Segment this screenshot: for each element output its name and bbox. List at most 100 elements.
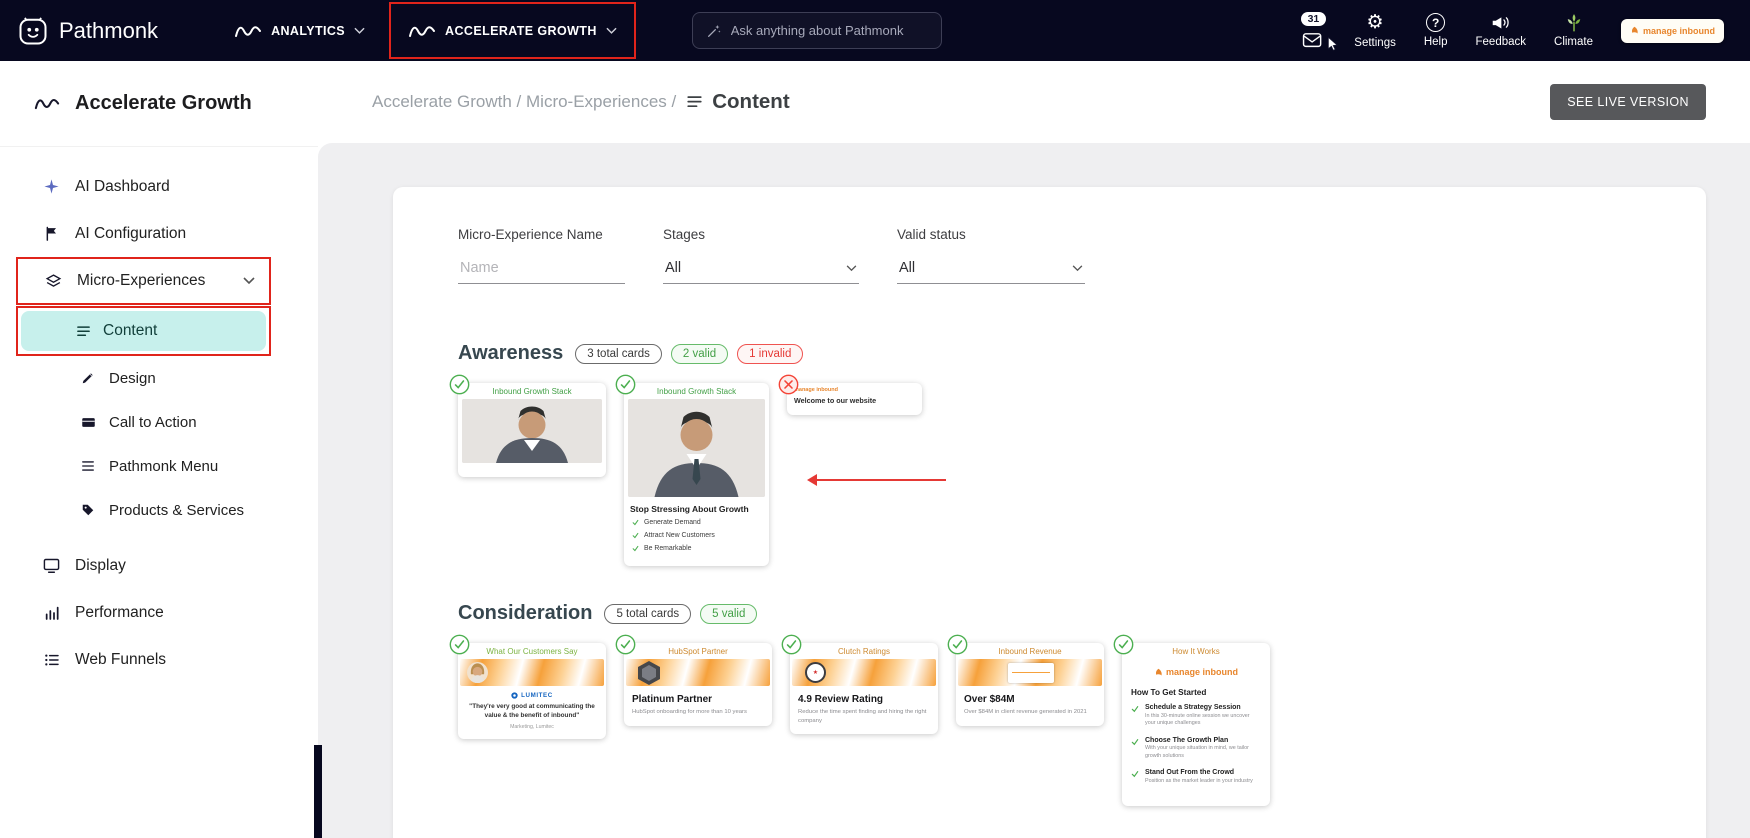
sidebar-item-display[interactable]: Display: [0, 542, 318, 589]
main-area: Accelerate Growth / Micro-Experiences / …: [318, 61, 1750, 838]
layers-icon: [44, 272, 63, 291]
consideration-card-customers-say[interactable]: What Our Customers Say LUMITEC "They're …: [449, 634, 606, 739]
display-monitor-icon: [42, 556, 61, 575]
card-title: Inbound Growth Stack: [492, 387, 572, 396]
ask-anything-search[interactable]: [691, 12, 942, 49]
how-it-works-step: Schedule a Strategy Session In this 30-m…: [1131, 704, 1261, 728]
analytics-label: ANALYTICS: [271, 23, 346, 38]
customer-quote: "They're very good at communicating the …: [469, 703, 595, 719]
total-cards-badge: 5 total cards: [604, 603, 692, 624]
sidebar-item-call-to-action[interactable]: Call to Action: [0, 400, 318, 444]
ask-input[interactable]: [730, 23, 928, 38]
check-icon: [632, 532, 639, 539]
topnav-analytics[interactable]: ANALYTICS: [234, 22, 365, 40]
hamburger-menu-icon: [80, 457, 96, 476]
card-title: How It Works: [1172, 647, 1220, 656]
sidebar-item-design[interactable]: Design: [0, 356, 318, 400]
sidebar-item-ai-dashboard[interactable]: AI Dashboard: [0, 163, 318, 210]
card-heading: Platinum Partner: [632, 694, 713, 705]
sidebar-title: Accelerate Growth: [75, 92, 252, 114]
valid-status-select[interactable]: All: [897, 250, 1085, 284]
page-title: Content: [712, 90, 790, 113]
consideration-card-inbound-revenue[interactable]: Inbound Revenue Over $84M Over $84M in c…: [947, 634, 1104, 726]
notification-count-badge: 31: [1300, 11, 1327, 26]
card-heading: 4.9 Review Rating: [798, 694, 884, 705]
sidebar-scrollbar[interactable]: [314, 745, 322, 838]
sidebar: Accelerate Growth AI Dashboard AI Config…: [0, 61, 318, 838]
check-item-label: Attract New Customers: [644, 532, 715, 539]
step-description: With your unique situation in mind, we t…: [1145, 745, 1249, 759]
awareness-card-inbound-growth-stack-1[interactable]: Inbound Growth Stack: [449, 374, 606, 477]
flag-icon: [42, 224, 61, 243]
consideration-card-clutch-ratings[interactable]: Clutch Ratings ★ 4.9 Review Rating Reduc…: [781, 634, 938, 735]
card-subtext: Over $84M in client revenue generated in…: [964, 709, 1087, 715]
settings-button[interactable]: ⚙ Settings: [1354, 12, 1396, 49]
how-it-works-step: Stand Out From the Crowd Position as the…: [1131, 769, 1261, 785]
sidebar-item-products-services[interactable]: Products & Services: [0, 488, 318, 532]
consideration-card-how-it-works[interactable]: How It Works manage inbound How To Get S…: [1113, 634, 1270, 807]
section-title: Awareness: [458, 342, 564, 364]
account-badge-label: manage inbound: [1643, 25, 1715, 36]
name-input[interactable]: [460, 260, 623, 276]
climate-button[interactable]: Climate: [1554, 13, 1593, 48]
tag-icon: [80, 501, 96, 520]
pathmonk-brand[interactable]: Pathmonk: [18, 16, 158, 46]
filter-name: Micro-Experience Name: [458, 227, 625, 284]
red-annotation-arrow: [807, 474, 946, 486]
total-cards-badge: 3 total cards: [575, 343, 662, 364]
stages-select[interactable]: All: [663, 250, 859, 284]
cta-card-icon: [80, 413, 96, 432]
sidebar-item-pathmonk-menu[interactable]: Pathmonk Menu: [0, 444, 318, 488]
card-check-item: Be Remarkable: [632, 545, 761, 552]
card-subtext: HubSpot onboarding for more than 10 year…: [632, 709, 747, 715]
valid-check-icon: [615, 634, 636, 655]
breadcrumb[interactable]: Accelerate Growth / Micro-Experiences /: [372, 92, 676, 112]
lumitec-mark-icon: [511, 692, 518, 699]
account-workspace-badge[interactable]: manage inbound: [1621, 18, 1724, 43]
awareness-card-welcome-invalid[interactable]: manage inbound Welcome to our website: [778, 374, 922, 415]
topnav-accelerate-growth[interactable]: ACCELERATE GROWTH: [408, 22, 617, 40]
sidebar-item-web-funnels[interactable]: Web Funnels: [0, 636, 318, 683]
notifications-button[interactable]: 31: [1300, 11, 1338, 51]
filter-name-control[interactable]: [458, 250, 625, 284]
sidebar-item-content-active[interactable]: Content: [21, 311, 266, 351]
check-icon: [1131, 706, 1139, 713]
megaphone-icon: [1490, 13, 1511, 32]
step-title: Stand Out From the Crowd: [1145, 769, 1235, 777]
help-button[interactable]: ? Help: [1424, 13, 1448, 48]
help-icon: ?: [1426, 13, 1446, 32]
revenue-dashboard-thumbnail: [1008, 663, 1054, 683]
consideration-card-hubspot-partner[interactable]: HubSpot Partner Platinum Partner HubSpot…: [615, 634, 772, 726]
chevron-down-icon: [354, 27, 365, 34]
sidebar-item-label: AI Configuration: [75, 224, 187, 242]
plant-leaf-icon: [1564, 13, 1584, 32]
sidebar-nav: AI Dashboard AI Configuration Micro-Expe…: [0, 147, 318, 683]
sidebar-header: Accelerate Growth: [0, 61, 318, 147]
accelerate-growth-highlight-box: ACCELERATE GROWTH: [389, 2, 636, 59]
feedback-button[interactable]: Feedback: [1476, 13, 1526, 48]
valid-check-icon: [449, 374, 470, 395]
manage-inbound-logo: manage inbound: [1122, 667, 1270, 677]
content-lines-icon: [686, 95, 703, 109]
filter-valid-label: Valid status: [897, 227, 966, 242]
step-title: Choose The Growth Plan: [1145, 736, 1229, 744]
card-title: Clutch Ratings: [837, 647, 891, 656]
consideration-cards-row: What Our Customers Say LUMITEC "They're …: [449, 634, 1666, 807]
bar-chart-icon: [42, 603, 61, 622]
analytics-swirl-icon: [234, 22, 262, 40]
sidebar-item-ai-configuration[interactable]: AI Configuration: [0, 210, 318, 257]
filter-valid-status: Valid status All: [897, 227, 1085, 284]
sidebar-item-label: Web Funnels: [75, 650, 167, 668]
sidebar-item-label: Pathmonk Menu: [109, 457, 219, 475]
check-icon: [632, 545, 639, 552]
sidebar-item-micro-experiences[interactable]: Micro-Experiences: [18, 259, 269, 303]
invalid-badge: 1 invalid: [737, 343, 804, 364]
sidebar-item-performance[interactable]: Performance: [0, 589, 318, 636]
step-title: Schedule a Strategy Session: [1145, 704, 1241, 711]
chevron-down-icon: [846, 264, 857, 271]
see-live-version-button[interactable]: SEE LIVE VERSION: [1550, 84, 1706, 120]
orange-wave-banner: [460, 659, 604, 686]
invalid-x-icon: [778, 374, 799, 395]
awareness-card-inbound-growth-stack-2[interactable]: Inbound Growth Stack Stop Stressing Abou…: [615, 374, 769, 566]
climate-label: Climate: [1554, 36, 1593, 48]
